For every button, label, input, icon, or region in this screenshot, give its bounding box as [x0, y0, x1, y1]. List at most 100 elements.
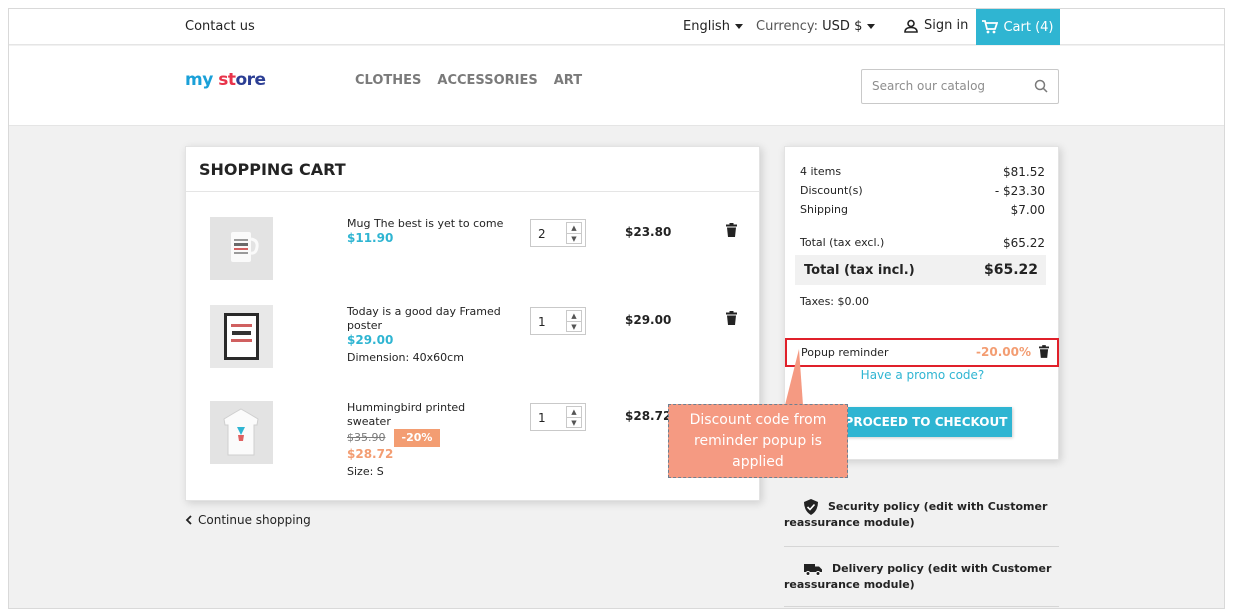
product-name[interactable]: Mug The best is yet to come [347, 217, 507, 231]
currency-selector[interactable]: Currency: USD $ [756, 19, 876, 34]
menu-item-clothes[interactable]: CLOTHES [355, 73, 421, 88]
security-policy-text: Security policy (edit with Customer reas… [784, 500, 1048, 529]
trash-icon[interactable] [1039, 345, 1049, 358]
proceed-to-checkout-button[interactable]: PROCEED TO CHECKOUT [840, 407, 1012, 437]
store-logo[interactable]: my store [185, 70, 266, 90]
summary-row-total-incl: Total (tax incl.) $65.22 [795, 255, 1046, 285]
quantity-stepper[interactable]: 2 ▲ ▼ [530, 219, 586, 247]
cart-button[interactable]: Cart (4) [976, 9, 1060, 45]
quantity-value[interactable]: 2 [538, 227, 546, 241]
summary-row-total-excl: Total (tax excl.) $65.22 [800, 236, 1045, 250]
summary-row-taxes: Taxes: $0.00 [800, 295, 1045, 308]
menu-item-accessories[interactable]: ACCESSORIES [437, 73, 537, 88]
divider [784, 546, 1059, 547]
sign-in-link[interactable]: Sign in [904, 18, 968, 33]
line-total: $29.00 [625, 313, 672, 327]
search-icon[interactable] [1034, 79, 1048, 93]
quantity-up-button[interactable]: ▲ [567, 311, 581, 322]
contact-us-link[interactable]: Contact us [185, 19, 255, 34]
quantity-up-button[interactable]: ▲ [567, 223, 581, 234]
product-attribute: Dimension: 40x60cm [347, 351, 464, 364]
reassurance-delivery: Delivery policy (edit with Customer reas… [784, 561, 1059, 593]
page-title: SHOPPING CART [199, 160, 346, 179]
shield-icon [804, 499, 818, 515]
total-excl-label: Total (tax excl.) [800, 236, 885, 249]
annotation-callout: Discount code from reminder popup is app… [668, 404, 848, 478]
search-input[interactable]: Search our catalog [861, 69, 1059, 104]
product-old-price: $35.90 [347, 431, 386, 444]
continue-shopping-link[interactable]: Continue shopping [185, 513, 311, 527]
product-info: Hummingbird printed sweater $35.90 -20% $… [347, 401, 507, 479]
shipping-label: Shipping [800, 203, 848, 216]
top-nav: Contact us English Currency: USD $ Sign … [9, 9, 1224, 45]
product-thumbnail[interactable] [210, 217, 273, 280]
chevron-down-icon [734, 24, 743, 29]
product-info: Today is a good day Framed poster $29.00… [347, 305, 507, 365]
sign-in-label: Sign in [924, 18, 969, 33]
currency-label: Currency: [756, 19, 819, 34]
quantity-down-button[interactable]: ▼ [567, 322, 581, 333]
callout-pointer [785, 349, 803, 405]
currency-value: USD $ [822, 19, 863, 34]
quantity-spinner: ▲ ▼ [566, 406, 582, 428]
divider [186, 191, 759, 192]
quantity-stepper[interactable]: 1 ▲ ▼ [530, 403, 586, 431]
quantity-value[interactable]: 1 [538, 411, 546, 425]
language-selector[interactable]: English [683, 19, 743, 34]
product-thumbnail[interactable] [210, 305, 273, 368]
quantity-up-button[interactable]: ▲ [567, 407, 581, 418]
total-incl-label: Total (tax incl.) [804, 262, 915, 278]
product-thumbnail[interactable] [210, 401, 273, 464]
total-incl-value: $65.22 [983, 262, 1038, 278]
line-total: $23.80 [625, 225, 672, 239]
product-name[interactable]: Today is a good day Framed poster [347, 305, 507, 333]
divider [784, 606, 1059, 607]
reassurance-security: Security policy (edit with Customer reas… [784, 499, 1059, 531]
cart-item: Today is a good day Framed poster $29.00… [186, 305, 759, 385]
menu-item-art[interactable]: ART [554, 73, 582, 88]
have-promo-code-link[interactable]: Have a promo code? [785, 368, 1060, 382]
voucher-value: -20.00% [976, 345, 1031, 359]
continue-shopping-label: Continue shopping [198, 513, 311, 527]
discount-label: Discount(s) [800, 184, 863, 197]
summary-row-discount: Discount(s) - $23.30 [800, 184, 1045, 198]
trash-icon[interactable] [726, 223, 737, 237]
product-info: Mug The best is yet to come $11.90 [347, 217, 507, 245]
taxes-label: Taxes: $0.00 [800, 295, 870, 308]
language-value: English [683, 19, 730, 34]
browser-frame: Contact us English Currency: USD $ Sign … [8, 8, 1225, 609]
product-name[interactable]: Hummingbird printed sweater [347, 401, 507, 429]
truck-icon [804, 563, 822, 576]
quantity-down-button[interactable]: ▼ [567, 418, 581, 429]
line-total: $28.72 [625, 409, 672, 423]
shipping-value: $7.00 [1010, 203, 1045, 217]
trash-icon[interactable] [726, 311, 737, 325]
cart-icon [982, 20, 999, 34]
product-attribute: Size: S [347, 465, 384, 478]
voucher-name: Popup reminder [801, 346, 889, 359]
applied-voucher: Popup reminder -20.00% [785, 338, 1059, 367]
summary-row-items: 4 items $81.52 [800, 165, 1045, 179]
delivery-policy-text: Delivery policy (edit with Customer reas… [784, 562, 1052, 591]
quantity-down-button[interactable]: ▼ [567, 234, 581, 245]
quantity-spinner: ▲ ▼ [566, 310, 582, 332]
quantity-spinner: ▲ ▼ [566, 222, 582, 244]
discount-badge: -20% [393, 429, 441, 447]
chevron-left-icon [185, 515, 192, 525]
product-price: $28.72 [347, 447, 394, 461]
user-icon [904, 19, 918, 33]
product-price: $11.90 [347, 231, 394, 245]
main-menu: CLOTHES ACCESSORIES ART [355, 73, 582, 88]
total-excl-value: $65.22 [1003, 236, 1045, 250]
chevron-down-icon [867, 24, 876, 29]
site-header: my store CLOTHES ACCESSORIES ART Search … [9, 46, 1224, 126]
cart-item: Mug The best is yet to come $11.90 2 ▲ ▼ … [186, 217, 759, 297]
quantity-value[interactable]: 1 [538, 315, 546, 329]
items-value: $81.52 [1003, 165, 1045, 179]
quantity-stepper[interactable]: 1 ▲ ▼ [530, 307, 586, 335]
cart-label: Cart (4) [1003, 19, 1054, 35]
product-price: $29.00 [347, 333, 394, 347]
summary-row-shipping: Shipping $7.00 [800, 203, 1045, 217]
items-label: 4 items [800, 165, 842, 178]
discount-value: - $23.30 [994, 184, 1045, 198]
